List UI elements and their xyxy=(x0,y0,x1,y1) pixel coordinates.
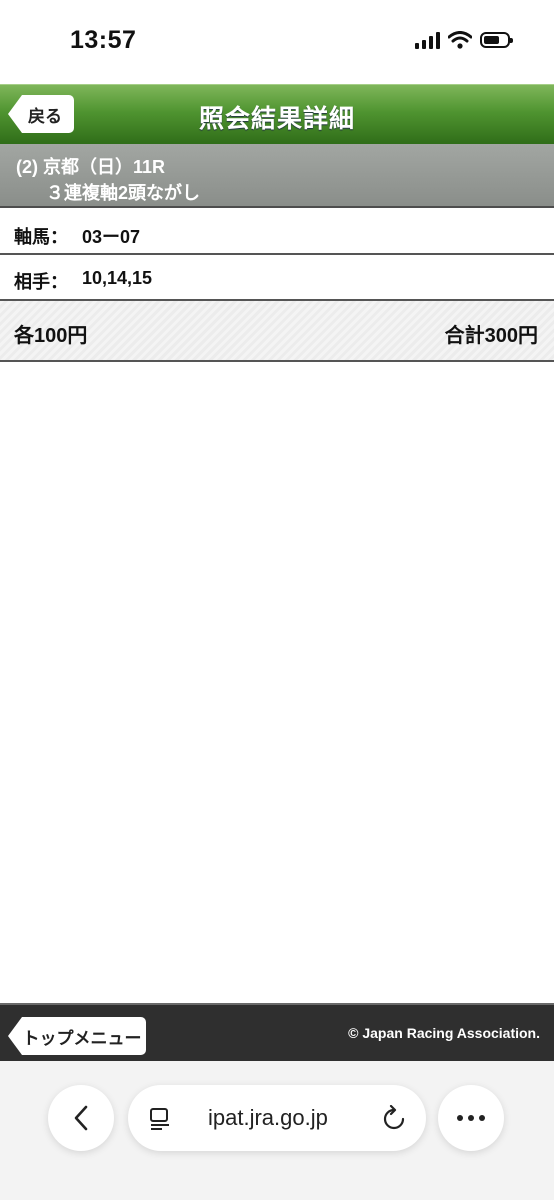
browser-toolbar: ipat.jra.go.jp xyxy=(0,1061,554,1200)
axis-horse-row: 軸馬： 03ー07 xyxy=(0,208,554,255)
page-menu-icon[interactable] xyxy=(148,1107,172,1131)
battery-icon xyxy=(480,32,513,48)
cellular-signal-icon xyxy=(415,31,440,49)
status-time: 13:57 xyxy=(70,26,137,54)
partner-horse-label: 相手： xyxy=(14,272,68,292)
wifi-icon xyxy=(448,31,472,49)
total-amount: 合計300円 xyxy=(444,325,538,347)
race-info: (2) 京都（日）11R ３連複軸2頭ながし xyxy=(0,144,554,208)
chevron-left-icon xyxy=(74,1105,88,1131)
address-bar[interactable]: ipat.jra.go.jp xyxy=(128,1085,426,1151)
page-header: 戻る 照会結果詳細 xyxy=(0,84,554,145)
url-text: ipat.jra.go.jp xyxy=(208,1105,328,1130)
more-dots-icon xyxy=(457,1115,485,1121)
status-icons xyxy=(415,31,513,49)
race-venue: (2) 京都（日）11R xyxy=(16,157,166,177)
amount-row: 各100円 合計300円 xyxy=(0,301,554,362)
status-bar: 13:57 xyxy=(0,0,554,84)
page-title: 照会結果詳細 xyxy=(198,105,355,133)
copyright-text: © Japan Racing Association. xyxy=(348,1025,540,1041)
axis-horse-label: 軸馬： xyxy=(14,227,68,247)
partner-horse-value: 10,14,15 xyxy=(82,268,153,288)
browser-back-button[interactable] xyxy=(48,1085,114,1151)
page-footer: トップメニュー © Japan Racing Association. xyxy=(0,1003,554,1061)
each-amount: 各100円 xyxy=(14,325,88,347)
reload-icon[interactable] xyxy=(382,1105,406,1131)
top-menu-button[interactable]: トップメニュー xyxy=(8,1017,146,1055)
axis-horse-value: 03ー07 xyxy=(82,227,141,247)
bet-type: ３連複軸2頭ながし xyxy=(46,183,201,203)
partner-horse-row: 相手： 10,14,15 xyxy=(0,255,554,301)
more-options-button[interactable] xyxy=(438,1085,504,1151)
